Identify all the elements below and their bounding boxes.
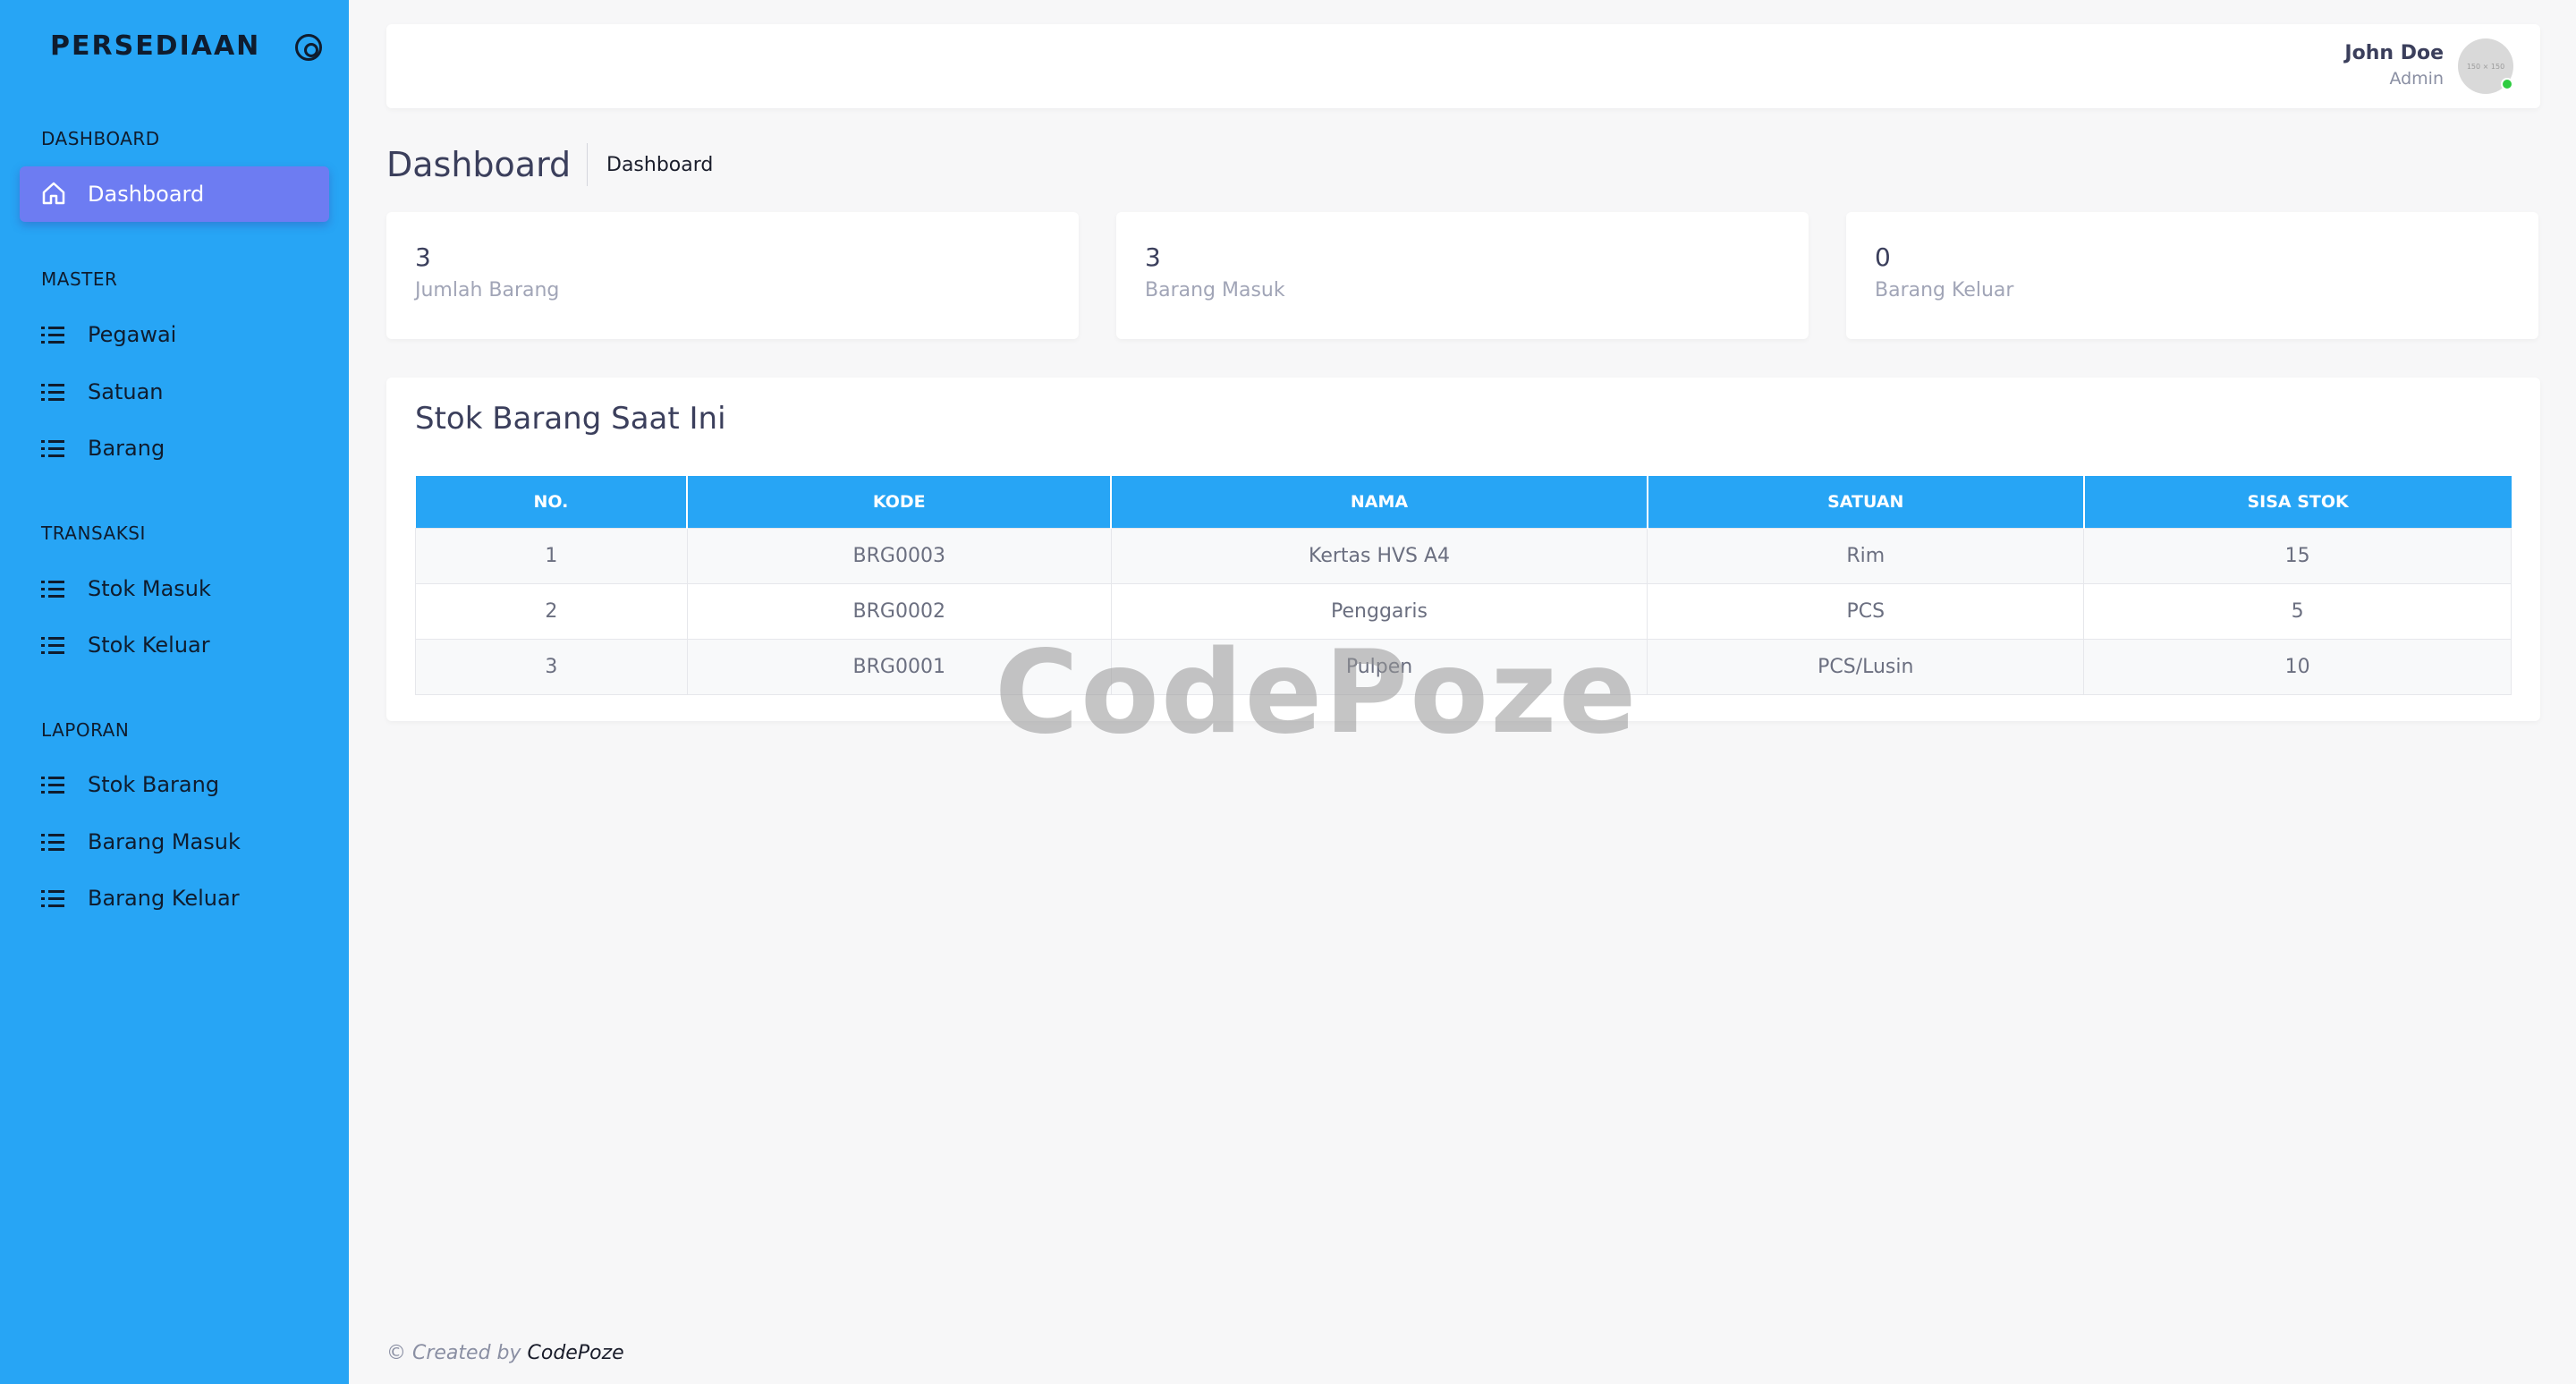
sidebar: PERSEDIAAN DASHBOARD Dashboard MASTER Pe… (0, 0, 349, 1384)
cell-satuan: PCS (1647, 582, 2085, 640)
sidebar-item-barang-masuk[interactable]: Barang Masuk (20, 814, 329, 870)
stat-label: Jumlah Barang (415, 279, 560, 301)
home-icon (42, 182, 65, 205)
sidebar-item-barang[interactable]: Barang (20, 420, 329, 476)
brand-title: PERSEDIAAN (50, 30, 261, 62)
sidebar-item-label: Barang Masuk (88, 829, 241, 854)
sidebar-toggle-icon[interactable] (295, 34, 322, 61)
sidebar-item-label: Barang Keluar (88, 886, 240, 911)
list-icon (41, 832, 64, 852)
sidebar-item-stok-masuk[interactable]: Stok Masuk (20, 561, 329, 616)
table-row: 1 BRG0003 Kertas HVS A4 Rim 15 (415, 527, 2512, 584)
sidebar-item-label: Barang (88, 436, 165, 461)
stat-label: Barang Keluar (1875, 279, 2014, 301)
section-title-laporan: LAPORAN (41, 719, 130, 741)
cell-sisa-stok: 15 (2083, 527, 2512, 584)
sidebar-item-label: Stok Masuk (88, 576, 211, 601)
title-divider (587, 143, 588, 186)
breadcrumb[interactable]: Dashboard (606, 154, 713, 176)
sidebar-item-pegawai[interactable]: Pegawai (20, 307, 329, 362)
table-header-row: NO. KODE NAMA SATUAN SISA STOK (415, 476, 2512, 528)
stat-value: 3 (415, 242, 431, 272)
footer-prefix: © Created by (386, 1342, 528, 1364)
cell-nama: Kertas HVS A4 (1110, 527, 1648, 584)
stat-label: Barang Masuk (1145, 279, 1285, 301)
stat-card-barang-masuk: 3 Barang Masuk (1116, 212, 1809, 339)
sidebar-item-stok-keluar[interactable]: Stok Keluar (20, 617, 329, 673)
footer-brand-link[interactable]: CodePoze (528, 1342, 624, 1364)
list-icon (41, 325, 64, 344)
cell-no: 3 (415, 638, 688, 695)
list-icon (41, 888, 64, 908)
cell-satuan: Rim (1647, 527, 2085, 584)
table-title: Stok Barang Saat Ini (415, 401, 726, 437)
cell-sisa-stok: 5 (2083, 582, 2512, 640)
page-title: Dashboard (386, 145, 572, 184)
list-icon (41, 438, 64, 458)
stat-value: 3 (1145, 242, 1161, 272)
column-header-no: NO. (415, 476, 689, 528)
column-header-nama: NAMA (1111, 476, 1648, 528)
cell-satuan: PCS/Lusin (1647, 638, 2085, 695)
cell-no: 1 (415, 527, 688, 584)
stat-card-jumlah-barang: 3 Jumlah Barang (386, 212, 1079, 339)
user-role: Admin (2389, 69, 2444, 89)
column-header-kode: KODE (687, 476, 1113, 528)
cell-sisa-stok: 10 (2083, 638, 2512, 695)
list-icon (41, 775, 64, 794)
sidebar-item-label: Pegawai (88, 322, 177, 347)
sidebar-item-barang-keluar[interactable]: Barang Keluar (20, 870, 329, 926)
list-icon (41, 579, 64, 599)
sidebar-item-label: Satuan (88, 379, 164, 404)
list-icon (41, 382, 64, 402)
section-title-transaksi: TRANSAKSI (41, 522, 146, 544)
column-header-satuan: SATUAN (1647, 476, 2085, 528)
stat-card-barang-keluar: 0 Barang Keluar (1846, 212, 2538, 339)
stat-value: 0 (1875, 242, 1891, 272)
sidebar-item-dashboard[interactable]: Dashboard (20, 166, 329, 222)
user-name[interactable]: John Doe (2344, 42, 2444, 64)
watermark: CodePoze (995, 626, 1639, 760)
topbar: John Doe Admin 150 × 150 (386, 24, 2540, 108)
sidebar-item-stok-barang[interactable]: Stok Barang (20, 757, 329, 812)
sidebar-item-satuan[interactable]: Satuan (20, 364, 329, 420)
sidebar-item-label: Stok Barang (88, 772, 220, 797)
section-title-master: MASTER (41, 268, 118, 290)
cell-no: 2 (415, 582, 688, 640)
online-status-icon (2501, 78, 2513, 90)
sidebar-item-label: Stok Keluar (88, 633, 210, 658)
footer: © Created by CodePoze (386, 1342, 624, 1364)
sidebar-item-label: Dashboard (88, 182, 205, 207)
cell-kode: BRG0003 (686, 527, 1112, 584)
section-title-dashboard: DASHBOARD (41, 128, 160, 149)
column-header-sisa-stok: SISA STOK (2083, 476, 2512, 528)
list-icon (41, 635, 64, 655)
avatar-placeholder-text: 150 × 150 (2466, 62, 2505, 71)
